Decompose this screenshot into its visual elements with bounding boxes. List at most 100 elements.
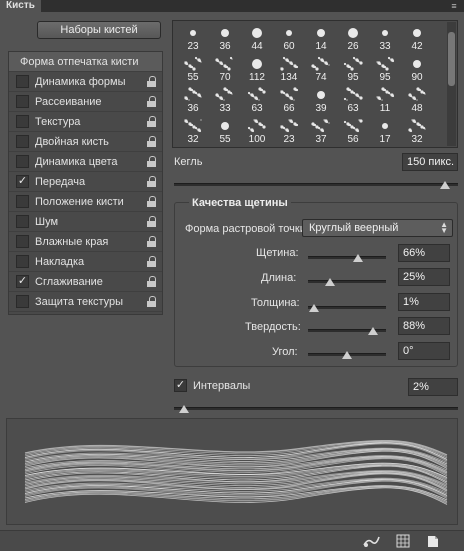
brush-tip[interactable]: 63 [241, 85, 273, 116]
lock-icon[interactable] [147, 236, 158, 248]
settings-checkbox[interactable] [16, 75, 29, 88]
size-slider-thumb[interactable] [440, 181, 450, 189]
thickness-input[interactable]: 1% [398, 293, 450, 311]
settings-checkbox[interactable] [16, 135, 29, 148]
settings-item-shape-dynamics[interactable]: Динамика формы [9, 72, 162, 92]
tab-brush[interactable]: Кисть [0, 0, 41, 12]
settings-checkbox[interactable] [16, 215, 29, 228]
tips-scroll-thumb[interactable] [448, 32, 455, 86]
settings-checkbox[interactable] [16, 155, 29, 168]
settings-checkbox[interactable] [16, 115, 29, 128]
brush-tip[interactable]: 112 [241, 54, 273, 85]
lock-icon[interactable] [147, 76, 158, 88]
brush-tip[interactable]: 26 [337, 23, 369, 54]
length-slider[interactable] [308, 278, 386, 286]
length-input[interactable]: 25% [398, 268, 450, 286]
brush-tip[interactable]: 32 [401, 116, 433, 147]
bristle-shape-select[interactable]: Круглый веерный ▲ ▼ [302, 219, 453, 237]
size-input[interactable]: 150 пикс. [402, 153, 458, 171]
brush-tip[interactable]: 32 [177, 116, 209, 147]
brush-tip[interactable]: 17 [369, 116, 401, 147]
brush-tip[interactable]: 63 [337, 85, 369, 116]
spacing-checkbox[interactable]: ✓ [174, 379, 187, 392]
brush-tip[interactable]: 37 [305, 116, 337, 147]
settings-item-color-dynamics[interactable]: Динамика цвета [9, 152, 162, 172]
brush-tip[interactable]: 36 [177, 85, 209, 116]
settings-item-transfer[interactable]: ✓ Передача [9, 172, 162, 192]
lock-icon[interactable] [147, 136, 158, 148]
brush-tip[interactable]: 42 [401, 23, 433, 54]
brush-tip[interactable]: 44 [241, 23, 273, 54]
lock-icon[interactable] [147, 156, 158, 168]
lock-icon[interactable] [147, 116, 158, 128]
brush-tip[interactable]: 74 [305, 54, 337, 85]
brush-tip[interactable]: 11 [369, 85, 401, 116]
lock-icon[interactable] [147, 296, 158, 308]
settings-item-texture[interactable]: Текстура [9, 112, 162, 132]
settings-item-scattering[interactable]: Рассеивание [9, 92, 162, 112]
thickness-slider[interactable] [308, 304, 386, 312]
spacing-slider-thumb[interactable] [179, 405, 189, 413]
brush-tip[interactable]: 95 [369, 54, 401, 85]
spacing-slider[interactable] [174, 405, 458, 413]
lock-icon[interactable] [147, 196, 158, 208]
angle-slider-thumb[interactable] [342, 351, 352, 359]
brush-tip[interactable]: 70 [209, 54, 241, 85]
settings-item-noise[interactable]: Шум [9, 212, 162, 232]
bristle-preview-icon[interactable] [362, 534, 380, 548]
brush-tip[interactable]: 23 [273, 116, 305, 147]
settings-checkbox-checked[interactable]: ✓ [16, 275, 29, 288]
new-preset-icon[interactable] [424, 534, 442, 548]
stiffness-input[interactable]: 88% [398, 317, 450, 335]
grid-icon[interactable] [394, 534, 412, 548]
brush-tip[interactable]: 33 [369, 23, 401, 54]
settings-checkbox[interactable] [16, 195, 29, 208]
bristles-slider-thumb[interactable] [353, 254, 363, 262]
lock-icon[interactable] [147, 176, 158, 188]
settings-checkbox[interactable] [16, 95, 29, 108]
brush-tip-shape-item[interactable]: Форма отпечатка кисти [9, 52, 162, 72]
stiffness-slider[interactable] [308, 327, 386, 335]
settings-item-dual-brush[interactable]: Двойная кисть [9, 132, 162, 152]
lock-icon[interactable] [147, 216, 158, 228]
brush-tip[interactable]: 134 [273, 54, 305, 85]
settings-checkbox[interactable] [16, 295, 29, 308]
thickness-slider-thumb[interactable] [309, 304, 319, 312]
lock-icon[interactable] [147, 276, 158, 288]
brush-tip[interactable]: 23 [177, 23, 209, 54]
settings-item-build-up[interactable]: Накладка [9, 252, 162, 272]
brush-presets-button[interactable]: Наборы кистей [37, 21, 161, 39]
panel-menu-icon[interactable]: ≡ [448, 1, 460, 11]
settings-item-protect-texture[interactable]: Защита текстуры [9, 292, 162, 312]
lock-icon[interactable] [147, 256, 158, 268]
brush-tip[interactable]: 90 [401, 54, 433, 85]
brush-tip[interactable]: 66 [273, 85, 305, 116]
length-slider-thumb[interactable] [325, 278, 335, 286]
brush-tip[interactable]: 55 [177, 54, 209, 85]
brush-tip[interactable]: 39 [305, 85, 337, 116]
settings-checkbox[interactable] [16, 235, 29, 248]
brush-tip[interactable]: 95 [337, 54, 369, 85]
stiffness-slider-thumb[interactable] [368, 327, 378, 335]
lock-icon[interactable] [147, 96, 158, 108]
angle-input[interactable]: 0° [398, 342, 450, 360]
brush-tip[interactable]: 60 [273, 23, 305, 54]
bristles-slider[interactable] [308, 254, 386, 262]
brush-tip[interactable]: 56 [337, 116, 369, 147]
size-slider[interactable] [174, 181, 458, 189]
bristles-input[interactable]: 66% [398, 244, 450, 262]
brush-tip[interactable]: 100 [241, 116, 273, 147]
tips-scrollbar[interactable] [447, 22, 456, 146]
settings-item-brush-pose[interactable]: Положение кисти [9, 192, 162, 212]
brush-tip[interactable]: 33 [209, 85, 241, 116]
brush-tip[interactable]: 14 [305, 23, 337, 54]
brush-tip[interactable]: 36 [209, 23, 241, 54]
brush-tip[interactable]: 48 [401, 85, 433, 116]
settings-checkbox[interactable] [16, 255, 29, 268]
brush-tip[interactable]: 55 [209, 116, 241, 147]
settings-checkbox-checked[interactable]: ✓ [16, 175, 29, 188]
settings-item-wet-edges[interactable]: Влажные края [9, 232, 162, 252]
settings-item-smoothing[interactable]: ✓ Сглаживание [9, 272, 162, 292]
angle-slider[interactable] [308, 351, 386, 359]
spacing-input[interactable]: 2% [408, 378, 458, 396]
